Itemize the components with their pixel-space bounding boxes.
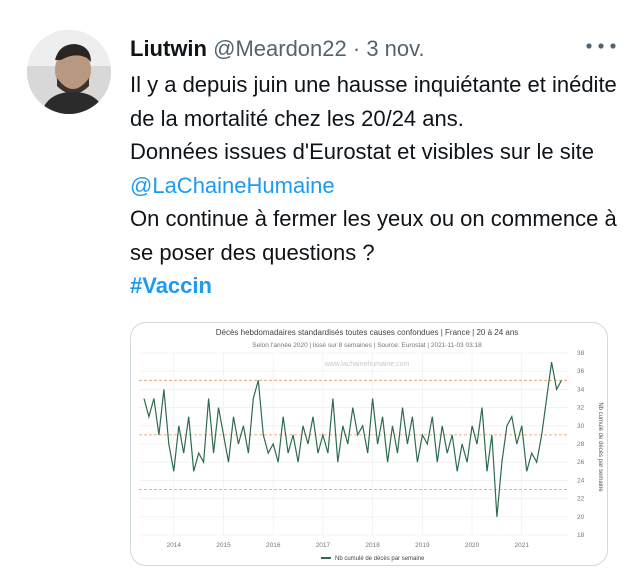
chart-subtitle: Selon l'année 2020 | lissé sur 8 semaine… — [252, 342, 482, 349]
y-tick-label: 22 — [577, 496, 585, 503]
x-tick-label: 2017 — [316, 542, 331, 549]
hashtag-link[interactable]: #Vaccin — [130, 273, 212, 298]
chart-svg: Décès hebdomadaires standardisés toutes … — [139, 328, 603, 562]
tweet-text: Il y a depuis juin une hausse inquiétant… — [130, 68, 620, 303]
mention-link[interactable]: @LaChaineHumaine — [130, 173, 335, 198]
y-axis-label: Nb cumulé de décès par semaine — [597, 402, 603, 492]
tweet-media-chart[interactable]: Décès hebdomadaires standardisés toutes … — [130, 322, 608, 566]
legend-label: Nb cumulé de décès par semaine — [335, 556, 425, 562]
y-tick-label: 20 — [577, 514, 585, 521]
x-tick-label: 2019 — [415, 542, 430, 549]
x-tick-label: 2021 — [515, 542, 530, 549]
chart-title: Décès hebdomadaires standardisés toutes … — [216, 328, 519, 337]
tweet-text-line-2: Données issues d'Eurostat et visibles su… — [130, 135, 620, 202]
x-tick-label: 2018 — [365, 542, 380, 549]
tweet-text-line-2-prefix: Données issues d'Eurostat et visibles su… — [130, 139, 594, 164]
author-handle[interactable]: @Meardon22 — [213, 36, 347, 61]
y-tick-label: 34 — [577, 386, 585, 393]
y-tick-label: 24 — [577, 477, 585, 484]
x-tick-label: 2014 — [167, 542, 182, 549]
more-options-button[interactable] — [583, 36, 619, 56]
tweet-text-line-3: On continue à fermer les yeux ou on comm… — [130, 206, 617, 265]
x-tick-label: 2020 — [465, 542, 480, 549]
author-name[interactable]: Liutwin — [130, 36, 207, 61]
avatar-photo — [27, 30, 111, 114]
y-tick-label: 32 — [577, 405, 585, 412]
y-tick-label: 36 — [577, 368, 585, 375]
y-tick-label: 26 — [577, 459, 585, 466]
y-tick-label: 28 — [577, 441, 585, 448]
more-dots-icon — [586, 43, 616, 49]
tweet-text-line-1: Il y a depuis juin une hausse inquiétant… — [130, 72, 617, 131]
tweet-header: Liutwin @Meardon22 · 3 nov. — [130, 34, 619, 64]
tweet-date[interactable]: 3 nov. — [366, 36, 424, 61]
y-tick-label: 38 — [577, 350, 585, 357]
series-line — [143, 361, 563, 517]
chart-watermark: www.lachainehumaine.com — [324, 361, 410, 368]
meta-separator: · — [346, 36, 367, 61]
y-tick-label: 30 — [577, 423, 585, 430]
x-tick-label: 2015 — [216, 542, 231, 549]
author-avatar[interactable] — [27, 30, 111, 114]
x-tick-label: 2016 — [266, 542, 281, 549]
y-tick-label: 18 — [577, 532, 585, 539]
